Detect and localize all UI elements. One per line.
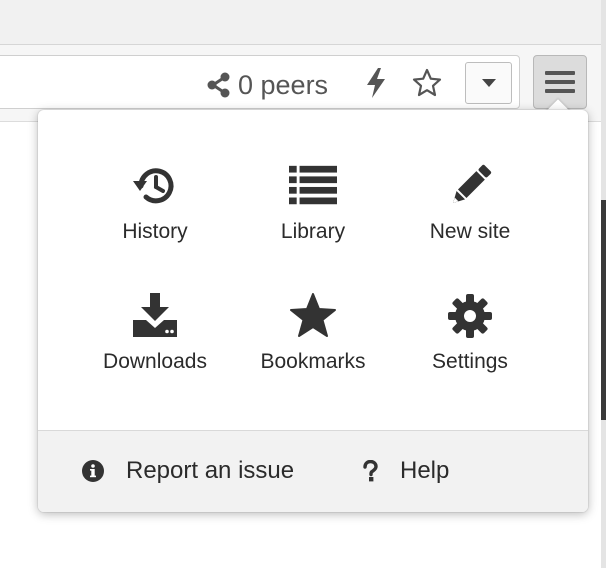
history-dropdown-button[interactable] — [465, 62, 512, 104]
menu-footer: Report an issue Help — [38, 430, 588, 512]
hamburger-icon — [545, 71, 575, 93]
peers-count: 0 peers — [238, 69, 329, 100]
menu-item-label: Downloads — [103, 350, 207, 373]
report-issue-button[interactable]: Report an issue — [82, 455, 294, 487]
help-button[interactable]: Help — [362, 455, 449, 487]
menu-item-label: Library — [280, 220, 346, 243]
menu-item-new-site[interactable]: New site — [395, 162, 545, 274]
window-edge-shadow — [601, 200, 606, 420]
menu-item-settings[interactable]: Settings — [395, 292, 545, 404]
menu-item-library[interactable]: Library — [238, 162, 388, 274]
menu-item-label: Settings — [432, 350, 508, 373]
history-icon — [131, 162, 179, 210]
menu-item-label: New site — [429, 220, 511, 243]
menu-item-history[interactable]: History — [80, 162, 230, 274]
menu-grid: History Library New site Downloads Bookm… — [38, 110, 588, 430]
window-edge — [601, 0, 606, 568]
menu-item-label: Bookmarks — [260, 350, 366, 373]
download-icon — [131, 292, 179, 340]
question-icon — [363, 460, 378, 482]
star-outline-icon[interactable] — [411, 67, 443, 99]
star-icon — [289, 292, 337, 340]
menu-item-label: History — [122, 220, 188, 243]
library-list-icon — [289, 162, 337, 210]
main-menu-panel: History Library New site Downloads Bookm… — [38, 110, 588, 512]
menu-item-downloads[interactable]: Downloads — [80, 292, 230, 404]
caret-down-icon — [481, 79, 496, 87]
report-issue-label: Report an issue — [126, 457, 295, 484]
gear-icon — [446, 292, 494, 340]
window-titlebar — [0, 0, 606, 45]
info-circle-icon — [82, 460, 104, 482]
help-label: Help — [400, 457, 450, 484]
bolt-icon[interactable] — [365, 67, 387, 99]
peers-indicator[interactable]: 0 peers — [206, 70, 328, 100]
pencil-icon — [446, 162, 494, 210]
share-nodes-icon — [207, 72, 230, 98]
menu-item-bookmarks[interactable]: Bookmarks — [238, 292, 388, 404]
